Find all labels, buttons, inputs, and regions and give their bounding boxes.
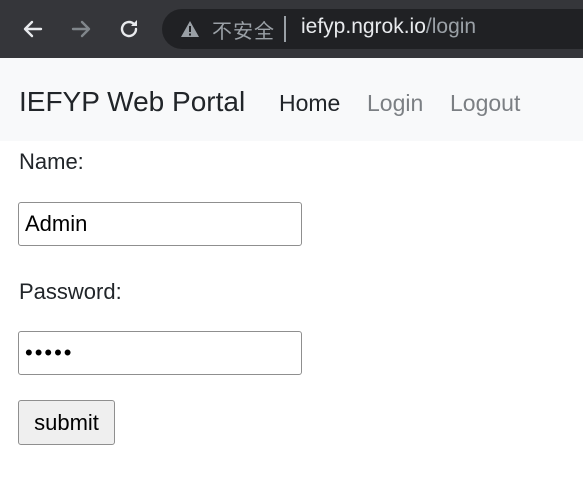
brand-title[interactable]: IEFYP Web Portal	[19, 86, 245, 118]
reload-button[interactable]	[114, 12, 144, 46]
site-navbar: IEFYP Web Portal Home Login Logout	[0, 58, 583, 141]
name-input[interactable]	[18, 202, 302, 246]
warning-triangle-icon[interactable]	[180, 20, 200, 38]
nav-link-logout[interactable]: Logout	[450, 90, 520, 117]
back-button[interactable]	[18, 12, 48, 46]
url-path: /login	[425, 15, 477, 38]
password-label: Password:	[19, 279, 122, 304]
nav-link-login[interactable]: Login	[367, 90, 423, 117]
name-label: Name:	[19, 149, 84, 174]
security-label[interactable]: 不安全	[212, 15, 275, 44]
nav-link-home[interactable]: Home	[279, 90, 340, 117]
url-text[interactable]: iefyp.ngrok.io/login	[301, 15, 476, 39]
url-host: iefyp.ngrok.io	[301, 15, 426, 38]
arrow-right-icon	[71, 20, 91, 38]
forward-button[interactable]	[66, 12, 96, 46]
arrow-left-icon	[23, 20, 43, 38]
url-divider	[284, 16, 286, 42]
browser-toolbar: 不安全 iefyp.ngrok.io/login	[0, 0, 583, 58]
reload-icon	[120, 20, 138, 38]
submit-button[interactable]: submit	[18, 400, 115, 445]
password-input[interactable]	[18, 331, 302, 375]
